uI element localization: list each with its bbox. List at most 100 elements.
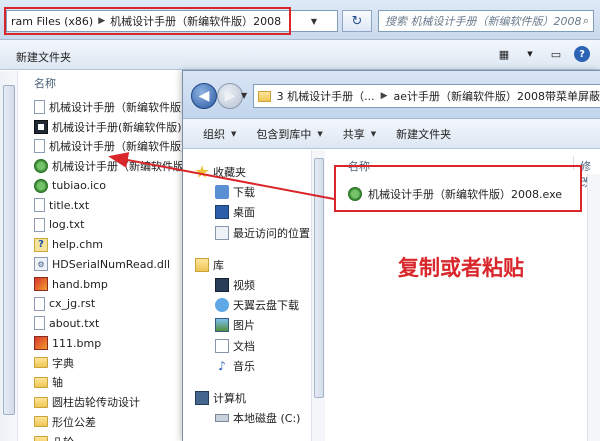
folder-icon	[34, 416, 48, 428]
download-folder-icon	[215, 185, 229, 200]
search-icon[interactable]: ⌕	[583, 14, 589, 28]
doc-icon	[34, 217, 45, 232]
nav-pictures[interactable]: 图片	[195, 315, 310, 335]
recent-places-icon	[215, 225, 229, 240]
list-item[interactable]: 机械设计手册(新编软件版)	[34, 117, 195, 137]
dll-icon: ⚙	[34, 257, 48, 272]
address-segment[interactable]: ae计手册（新编软件版）2008带菜单屏蔽	[393, 88, 600, 104]
list-item[interactable]: 机械设计手册（新编软件版）	[34, 97, 195, 117]
new-folder-button[interactable]: 新建文件夹	[16, 49, 71, 65]
list-item[interactable]: 机械设计手册（新编软件版）	[34, 136, 195, 156]
list-item[interactable]: 机械设计手册（新编软件版）	[34, 156, 195, 176]
chevron-down-icon: ▼	[317, 129, 323, 138]
include-in-library-menu[interactable]: 包含到库中 ▼	[256, 126, 322, 142]
nav-pictures-label: 图片	[233, 319, 255, 333]
chevron-down-icon[interactable]: ▼	[306, 10, 322, 32]
organize-menu[interactable]: 组织 ▼	[203, 126, 236, 142]
nav-computer[interactable]: 计算机	[195, 388, 310, 408]
back-file-list: 名称 机械设计手册（新编软件版） 机械设计手册(新编软件版) 机械设计手册（新编软件…	[0, 71, 195, 441]
list-item[interactable]: ⚙ HDSerialNumRead.dll	[34, 255, 195, 275]
nav-cloud-downloads[interactable]: 天翼云盘下载	[195, 295, 310, 315]
folder-icon	[34, 376, 48, 388]
list-item[interactable]: log.txt	[34, 215, 195, 235]
list-item-label: HDSerialNumRead.dll	[52, 257, 171, 271]
bmp-icon	[34, 277, 48, 292]
front-address-input[interactable]: 3 机械设计手册（... ▶ ae计手册（新编软件版）2008带菜单屏蔽	[253, 84, 600, 108]
search-input[interactable]: 搜索 机械设计手册（新编软件版）2008 ⌕	[378, 10, 594, 32]
list-item[interactable]: 轴	[34, 373, 195, 393]
list-item-label: 机械设计手册（新编软件版）	[49, 140, 192, 154]
nav-documents[interactable]: 文档	[195, 336, 310, 356]
chevron-down-icon[interactable]: ▼	[522, 46, 538, 62]
doc-icon	[34, 316, 45, 331]
list-item-label: 机械设计手册（新编软件版）	[49, 100, 192, 114]
nav-desktop-label: 桌面	[233, 206, 255, 220]
nav-favorites-label: 收藏夹	[213, 166, 246, 180]
nav-music[interactable]: ♪ 音乐	[195, 356, 310, 376]
scrollbar-thumb[interactable]	[314, 158, 324, 398]
scrollbar-thumb[interactable]	[3, 85, 15, 415]
cloud-drive-icon	[215, 298, 229, 313]
list-item[interactable]: 111.bmp	[34, 333, 195, 353]
list-item-label: 圆柱齿轮传动设计	[52, 396, 140, 410]
nav-favorites[interactable]: 收藏夹	[195, 162, 310, 182]
nav-local-disk-c-label: 本地磁盘 (C:)	[233, 412, 301, 426]
document-library-icon	[215, 338, 229, 353]
green-app-icon	[34, 158, 48, 173]
list-item-label: 机械设计手册(新编软件版)	[52, 120, 182, 134]
list-item-label: 轴	[52, 376, 63, 390]
arrow-right-icon: ▶	[224, 88, 236, 104]
nav-documents-label: 文档	[233, 339, 255, 353]
new-folder-button[interactable]: 新建文件夹	[396, 126, 451, 142]
vertical-scrollbar[interactable]	[0, 71, 18, 441]
nav-local-disk-c[interactable]: 本地磁盘 (C:)	[195, 408, 310, 428]
nav-desktop[interactable]: 桌面	[195, 202, 310, 222]
nav-libraries[interactable]: 库	[195, 255, 310, 275]
nav-videos[interactable]: 视频	[195, 275, 310, 295]
list-item[interactable]: hand.bmp	[34, 274, 195, 294]
vertical-scrollbar[interactable]	[311, 150, 325, 441]
navigation-pane: 收藏夹 下载 桌面 最近访问的位置 库 视频 天翼云盘下载 图片 文档 ♪ 音乐 …	[183, 150, 325, 441]
list-item[interactable]: 形位公差	[34, 412, 195, 432]
nav-computer-label: 计算机	[213, 391, 246, 405]
nav-downloads[interactable]: 下载	[195, 182, 310, 202]
list-item-label: 凸轮	[52, 434, 74, 441]
chevron-down-icon[interactable]: ▼	[241, 91, 247, 100]
star-icon	[195, 165, 209, 178]
preview-pane-icon[interactable]: ▭	[548, 46, 564, 62]
refresh-button[interactable]: ↻	[342, 10, 372, 32]
help-icon[interactable]: ?	[574, 46, 590, 62]
picture-library-icon	[215, 318, 229, 333]
list-item[interactable]: cx_jg.rst	[34, 294, 195, 314]
list-item-label: title.txt	[49, 198, 90, 212]
chevron-right-icon[interactable]: ▶	[381, 91, 388, 101]
share-label: 共享	[342, 127, 365, 141]
list-item-label: hand.bmp	[52, 277, 108, 291]
list-item[interactable]: 圆柱齿轮传动设计	[34, 392, 195, 412]
list-item[interactable]: ? help.chm	[34, 235, 195, 255]
list-item[interactable]: about.txt	[34, 314, 195, 334]
nav-recent-places[interactable]: 最近访问的位置	[195, 223, 310, 243]
nav-music-label: 音乐	[233, 359, 255, 373]
list-item[interactable]: tubiao.ico	[34, 176, 195, 196]
address-highlight-box	[4, 7, 291, 35]
exe-dark-icon	[34, 119, 48, 134]
address-segment[interactable]: 3 机械设计手册（...	[277, 88, 375, 104]
list-item[interactable]: 字典	[34, 353, 195, 373]
list-item[interactable]: title.txt	[34, 195, 195, 215]
forward-button[interactable]: ▶	[217, 83, 243, 109]
doc-icon	[34, 198, 45, 213]
view-options-icon[interactable]: ▦	[496, 46, 512, 62]
list-item-label: tubiao.ico	[52, 179, 106, 193]
list-item[interactable]: 凸轮	[34, 432, 195, 441]
arrow-left-icon: ◀	[198, 88, 210, 104]
vertical-scrollbar[interactable]	[587, 174, 600, 441]
back-button[interactable]: ◀	[191, 83, 217, 109]
folder-icon	[34, 357, 48, 369]
share-menu[interactable]: 共享 ▼	[343, 126, 376, 142]
help-icon: ?	[34, 237, 48, 252]
library-icon	[195, 257, 209, 272]
video-library-icon	[215, 278, 229, 293]
front-toolbar: 组织 ▼ 包含到库中 ▼ 共享 ▼ 新建文件夹	[183, 119, 600, 149]
column-header-name[interactable]: 名称	[34, 75, 56, 91]
